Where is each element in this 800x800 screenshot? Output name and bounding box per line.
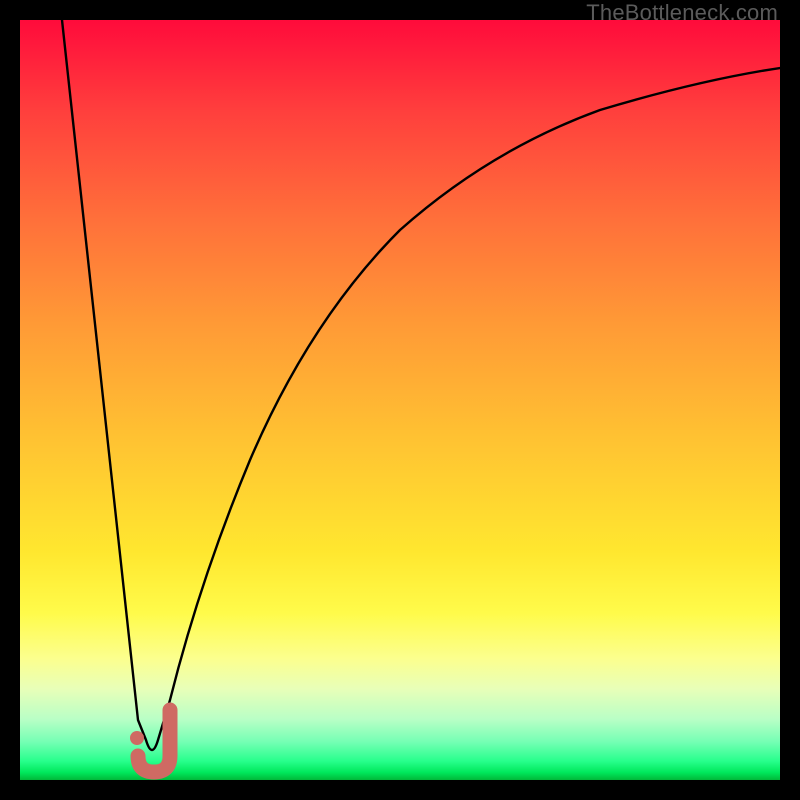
outer-frame: TheBottleneck.com [0, 0, 800, 800]
plot-area [20, 20, 780, 780]
watermark-text: TheBottleneck.com [586, 0, 778, 26]
optimal-point-marker [130, 710, 170, 772]
chart-svg [20, 20, 780, 780]
bottleneck-curve [62, 20, 780, 750]
